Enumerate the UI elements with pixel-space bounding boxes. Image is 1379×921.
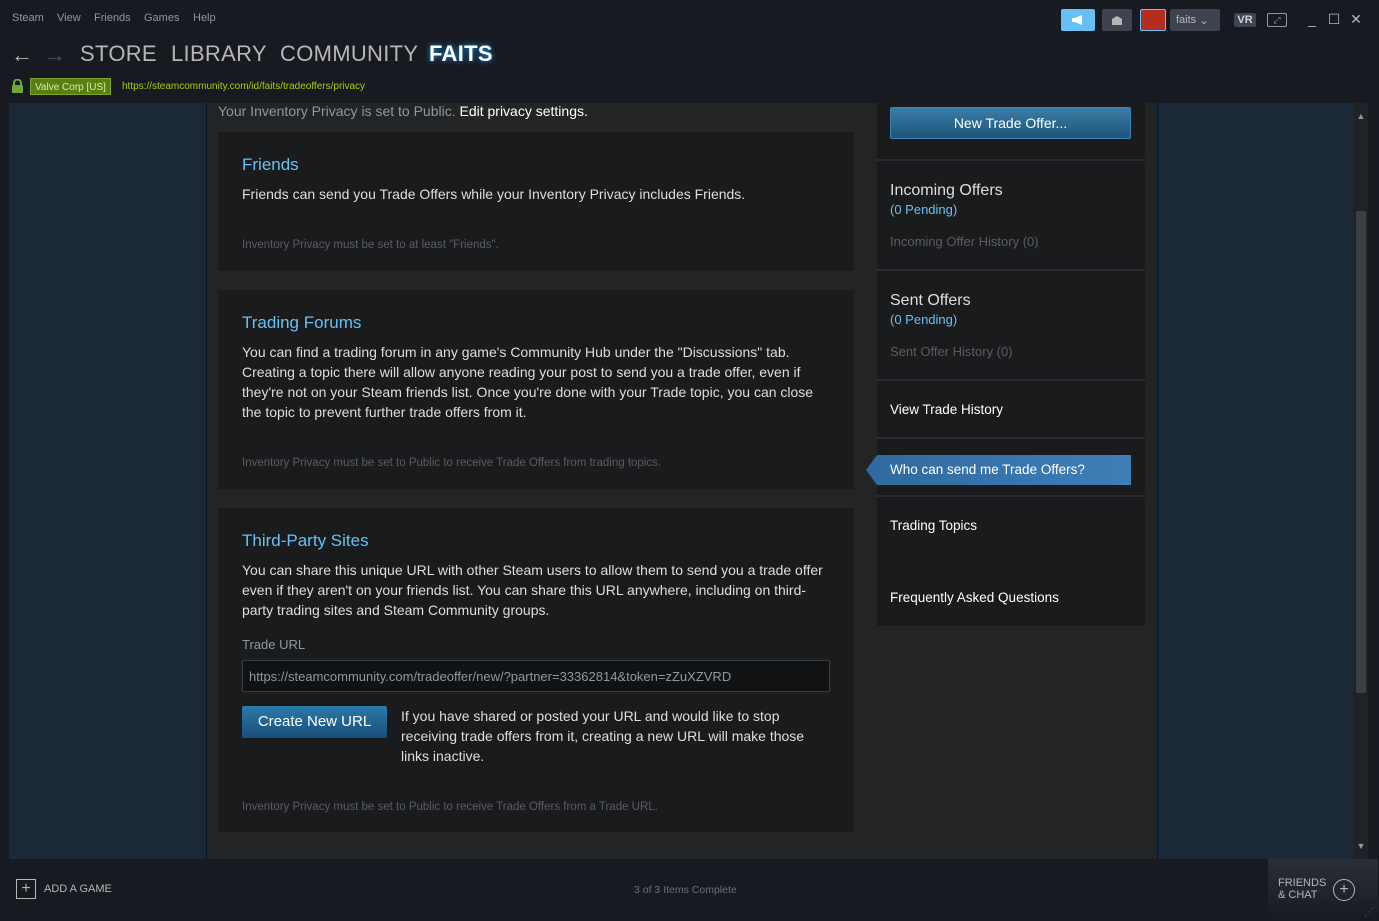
- panel-title: Friends: [242, 155, 299, 174]
- account-menu[interactable]: faits ⌄: [1170, 9, 1220, 31]
- divider: [877, 437, 1145, 439]
- third-party-panel: Third-Party Sites You can share this uni…: [218, 508, 854, 832]
- sent-offers-link[interactable]: Sent Offers: [890, 292, 971, 310]
- maximize-button[interactable]: ☐: [1326, 10, 1342, 28]
- trading-forums-panel: Trading Forums You can find a trading fo…: [218, 290, 854, 489]
- add-game-button[interactable]: ADD A GAME: [44, 883, 112, 895]
- maximize-icon: ☐: [1327, 11, 1341, 27]
- divider: [877, 269, 1145, 271]
- tab-store[interactable]: STORE: [80, 41, 157, 67]
- lock-icon: [12, 79, 23, 93]
- trade-url-field[interactable]: [242, 660, 830, 692]
- panel-title: Third-Party Sites: [242, 531, 369, 550]
- tab-profile[interactable]: FAITS: [429, 41, 493, 67]
- panel-note: Inventory Privacy must be set to Public …: [242, 801, 658, 813]
- add-icon[interactable]: +: [16, 879, 36, 899]
- create-url-description: If you have shared or posted your URL an…: [401, 708, 805, 764]
- panel-body: Friends can send you Trade Offers while …: [242, 186, 746, 202]
- expand-icon: ⤢: [1273, 14, 1281, 25]
- privacy-status-text: Your Inventory Privacy is set to Public.: [218, 103, 456, 119]
- friends-panel: Friends Friends can send you Trade Offer…: [218, 132, 854, 271]
- notifications-button[interactable]: [1102, 9, 1132, 31]
- back-arrow-icon[interactable]: ←: [11, 42, 33, 68]
- scroll-up-icon[interactable]: ▲: [1354, 106, 1368, 126]
- friends-chat-button[interactable]: FRIENDS & CHAT +: [1268, 859, 1378, 921]
- close-button[interactable]: ✕: [1348, 10, 1364, 28]
- trading-topics-link[interactable]: Trading Topics: [890, 518, 977, 533]
- forward-arrow-icon[interactable]: →: [44, 42, 66, 68]
- account-name: faits: [1176, 14, 1197, 26]
- big-picture-button[interactable]: ⤢: [1267, 13, 1287, 27]
- friends-add-icon: +: [1333, 879, 1355, 901]
- scrollbar[interactable]: ▲ ▼: [1354, 103, 1368, 859]
- nav-bar: ← → STORE LIBRARY COMMUNITY FAITS: [0, 38, 1379, 76]
- divider: [877, 379, 1145, 381]
- divider: [877, 495, 1145, 497]
- scroll-down-icon[interactable]: ▼: [1354, 836, 1368, 856]
- chevron-down-icon: ⌄: [1199, 14, 1209, 27]
- incoming-pending-count[interactable]: (0 Pending): [890, 202, 957, 217]
- url-bar: Valve Corp [US] https://steamcommunity.c…: [0, 77, 1379, 97]
- title-bar: Steam View Friends Games Help faits ⌄ VR…: [0, 0, 1379, 38]
- incoming-history-link[interactable]: Incoming Offer History (0): [890, 234, 1039, 249]
- sent-history-link[interactable]: Sent Offer History (0): [890, 344, 1013, 359]
- page-margin-right: [1157, 103, 1354, 859]
- menu-help[interactable]: Help: [193, 12, 216, 24]
- incoming-offers-link[interactable]: Incoming Offers: [890, 182, 1003, 200]
- friends-label-line1: FRIENDS: [1278, 877, 1327, 889]
- who-can-send-link[interactable]: Who can send me Trade Offers?: [877, 455, 1131, 485]
- panel-body: You can share this unique URL with other…: [242, 562, 823, 618]
- trade-url-label: Trade URL: [242, 637, 306, 652]
- minimize-icon: _: [1308, 11, 1316, 27]
- menu-steam[interactable]: Steam: [12, 12, 44, 24]
- avatar[interactable]: [1140, 9, 1166, 31]
- address-url[interactable]: https://steamcommunity.com/id/faits/trad…: [122, 81, 365, 92]
- sent-pending-count[interactable]: (0 Pending): [890, 312, 957, 327]
- close-icon: ✕: [1350, 11, 1362, 27]
- menu-friends[interactable]: Friends: [94, 12, 131, 24]
- privacy-status: Your Inventory Privacy is set to Public.…: [218, 103, 588, 119]
- menu-games[interactable]: Games: [144, 12, 179, 24]
- bottom-bar: + ADD A GAME 3 of 3 Items Complete FRIEN…: [0, 859, 1379, 921]
- panel-body: You can find a trading forum in any game…: [242, 344, 814, 420]
- scroll-thumb[interactable]: [1356, 211, 1366, 693]
- friends-chat-label: FRIENDS & CHAT: [1278, 877, 1326, 901]
- announcement-button[interactable]: [1061, 9, 1095, 31]
- edit-privacy-link[interactable]: Edit privacy settings.: [459, 103, 587, 119]
- announcement-icon: [1072, 15, 1082, 25]
- vr-button[interactable]: VR: [1234, 13, 1256, 27]
- certificate-badge[interactable]: Valve Corp [US]: [30, 78, 111, 95]
- create-new-url-button[interactable]: Create New URL: [242, 706, 387, 738]
- tab-community[interactable]: COMMUNITY: [280, 41, 418, 67]
- panel-note: Inventory Privacy must be set to at leas…: [242, 239, 499, 251]
- friends-label-line2: & CHAT: [1278, 889, 1318, 901]
- view-trade-history-link[interactable]: View Trade History: [890, 402, 1003, 417]
- downloads-status[interactable]: 3 of 3 Items Complete: [634, 884, 737, 896]
- mail-icon: [1112, 15, 1122, 25]
- active-pointer: [866, 455, 877, 485]
- menu-view[interactable]: View: [57, 12, 81, 24]
- divider: [877, 159, 1145, 161]
- resize-grip-icon[interactable]: ⋰: [1364, 907, 1376, 919]
- faq-link[interactable]: Frequently Asked Questions: [890, 590, 1059, 605]
- panel-title: Trading Forums: [242, 313, 362, 332]
- new-trade-offer-button[interactable]: New Trade Offer...: [890, 107, 1131, 139]
- tab-library[interactable]: LIBRARY: [171, 41, 267, 67]
- web-viewport: Your Inventory Privacy is set to Public.…: [9, 103, 1354, 859]
- page-margin-left: [9, 103, 207, 859]
- panel-note: Inventory Privacy must be set to Public …: [242, 457, 662, 469]
- minimize-button[interactable]: _: [1304, 10, 1320, 28]
